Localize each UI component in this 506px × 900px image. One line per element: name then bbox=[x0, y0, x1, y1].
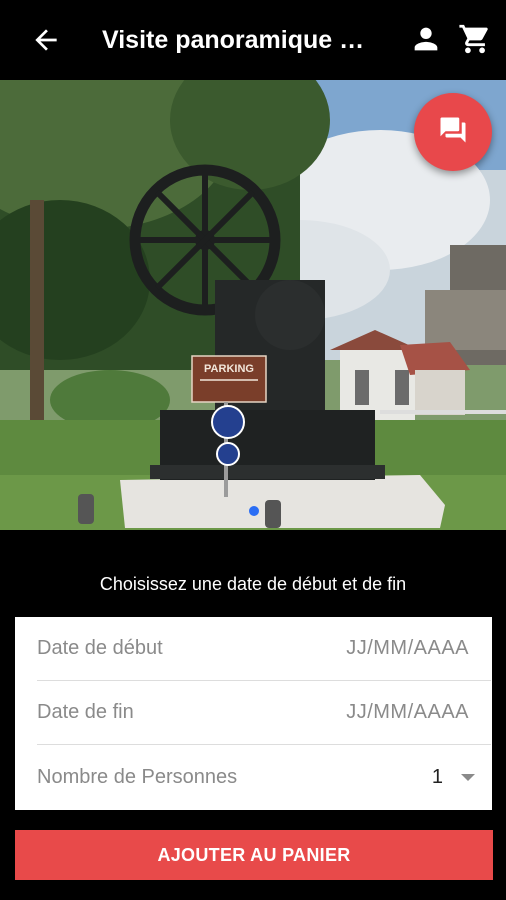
add-to-cart-button[interactable]: AJOUTER AU PANIER bbox=[15, 830, 493, 880]
persons-value: 1 bbox=[431, 765, 443, 788]
start-date-placeholder[interactable]: JJ/MM/AAAA bbox=[346, 637, 491, 660]
chat-button[interactable] bbox=[414, 93, 492, 171]
persons-select[interactable]: 1 bbox=[432, 766, 491, 789]
persons-label: Nombre de Personnes bbox=[37, 765, 238, 788]
end-date-placeholder[interactable]: JJ/MM/AAAA bbox=[346, 701, 491, 724]
start-date-label: Date de début bbox=[37, 637, 163, 659]
carousel-dot-active[interactable] bbox=[249, 506, 259, 516]
arrow-back-icon[interactable] bbox=[30, 24, 62, 56]
chat-icon bbox=[438, 115, 468, 150]
booking-form: Date de début JJ/MM/AAAA Date de fin JJ/… bbox=[15, 617, 492, 810]
persons-field: Nombre de Personnes 1 bbox=[37, 745, 491, 809]
date-prompt: Choisissez une date de début et de fin bbox=[99, 574, 407, 594]
person-icon[interactable] bbox=[409, 22, 443, 56]
shopping-cart-icon[interactable] bbox=[458, 22, 492, 56]
end-date-field[interactable]: Date de fin JJ/MM/AAAA bbox=[37, 681, 491, 745]
parking-sign-text: PARKING bbox=[204, 363, 254, 375]
app-bar: Visite panoramique … bbox=[0, 0, 506, 80]
dropdown-caret-icon bbox=[461, 773, 475, 781]
page-title: Visite panoramique … bbox=[102, 26, 365, 54]
end-date-label: Date de fin bbox=[37, 701, 134, 723]
start-date-field[interactable]: Date de début JJ/MM/AAAA bbox=[37, 617, 491, 681]
